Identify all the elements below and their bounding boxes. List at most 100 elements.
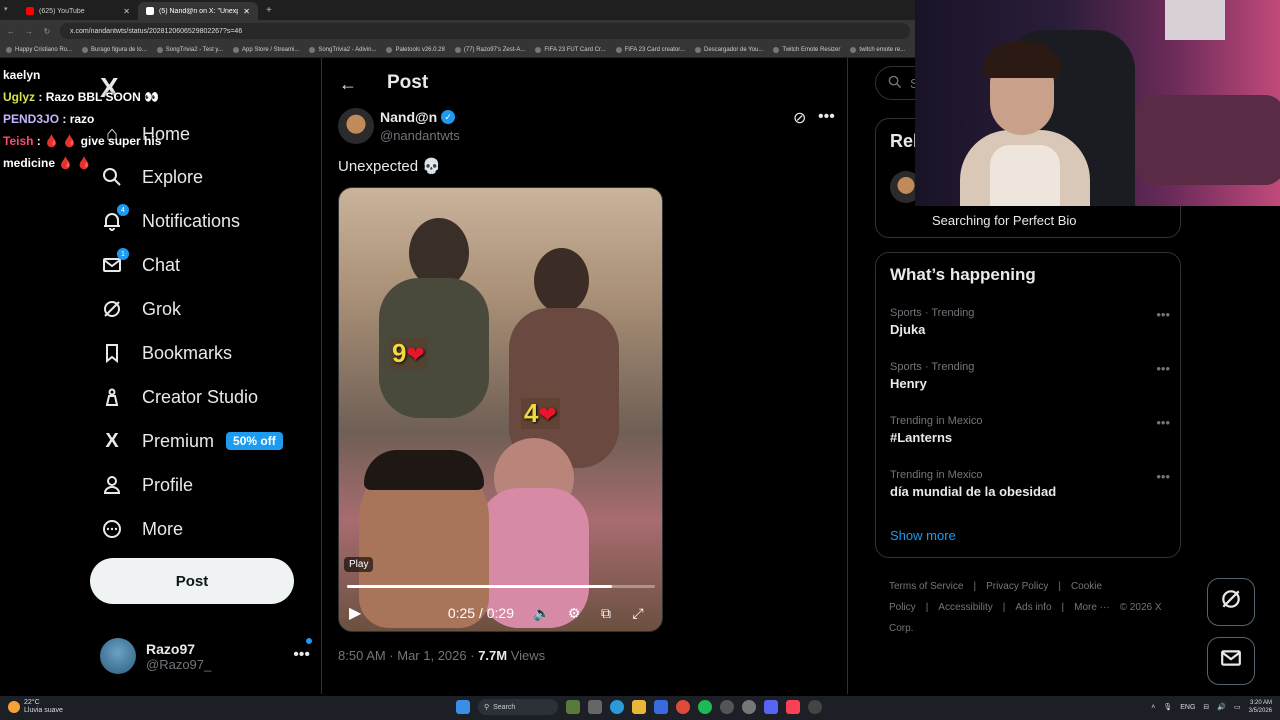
- clock[interactable]: 3:20 AM 3/5/2026: [1249, 699, 1272, 715]
- more-icon[interactable]: •••: [1156, 415, 1170, 430]
- volume-icon[interactable]: 🔊: [1217, 703, 1226, 711]
- x-premium-icon: X: [105, 429, 119, 452]
- more-icon[interactable]: •••: [1156, 361, 1170, 376]
- nav-item-chat[interactable]: 1 Chat: [100, 248, 180, 281]
- fullscreen-icon[interactable]: ⤢: [622, 605, 654, 622]
- messages-floating-button[interactable]: [1207, 637, 1255, 685]
- settings-gear-icon[interactable]: ⚙: [558, 605, 590, 622]
- bookmark-label: FIFA 23 Card creator...: [624, 46, 685, 53]
- post-button[interactable]: Post: [90, 558, 294, 604]
- windows-taskbar: 22°C Lluvia suave ⚲ Search ˄ 🎙 ENG ⊟ 🔊 ▭…: [0, 696, 1280, 720]
- pip-icon[interactable]: ⧉: [590, 605, 622, 622]
- widgets-icon[interactable]: [566, 700, 580, 714]
- author-handle[interactable]: @nandantwts: [380, 128, 460, 143]
- nav-item-bookmarks[interactable]: Bookmarks: [100, 337, 232, 369]
- bookmark-item[interactable]: twitch emote re...: [850, 46, 905, 53]
- tab-list-icon[interactable]: ▾: [4, 5, 14, 15]
- weather-widget[interactable]: 22°C Lluvia suave: [8, 699, 63, 715]
- nav-item-premium[interactable]: X Premium 50% off: [100, 425, 283, 457]
- bookmark-item[interactable]: SongTrivia2 - Test y...: [156, 46, 223, 53]
- nav-item-profile[interactable]: Profile: [100, 469, 193, 501]
- more-icon[interactable]: •••: [1156, 307, 1170, 322]
- store-icon[interactable]: [654, 700, 668, 714]
- more-icon[interactable]: •••: [293, 646, 310, 664]
- more-icon[interactable]: •••: [818, 108, 835, 126]
- footer-link[interactable]: More ···: [1074, 602, 1110, 613]
- video-progress-bar[interactable]: [347, 585, 655, 588]
- grok-icon: [100, 297, 124, 321]
- nav-item-creator-studio[interactable]: Creator Studio: [100, 381, 258, 413]
- microphone-icon[interactable]: 🎙: [1163, 703, 1172, 711]
- trend-item[interactable]: Trending in Mexico #Lanterns •••: [890, 415, 1170, 445]
- trend-item[interactable]: Sports · Trending Djuka •••: [890, 307, 1170, 337]
- app-icon[interactable]: [808, 700, 822, 714]
- views-label: Views: [507, 648, 546, 663]
- bookmark-item[interactable]: Paletools v26.0.28: [386, 46, 445, 53]
- volume-icon[interactable]: 🔈: [526, 605, 558, 622]
- back-arrow-icon[interactable]: ←: [6, 27, 16, 36]
- spotify-icon[interactable]: [698, 700, 712, 714]
- account-switcher[interactable]: Razo97 @Razo97_ •••: [100, 638, 312, 674]
- premium-discount-badge: 50% off: [226, 432, 283, 450]
- play-icon[interactable]: ▶: [349, 603, 367, 623]
- chrome-icon[interactable]: [676, 700, 690, 714]
- trend-item[interactable]: Sports · Trending Henry •••: [890, 361, 1170, 391]
- back-arrow-icon[interactable]: ←: [339, 74, 357, 95]
- nav-item-more[interactable]: More: [100, 513, 183, 545]
- footer-link[interactable]: Privacy Policy: [986, 581, 1048, 592]
- browser-tab-x[interactable]: (5) Nand@n on X: "Unexpe... ✕: [138, 2, 258, 20]
- bookmark-item[interactable]: Descargador de You...: [694, 46, 763, 53]
- bookmark-item[interactable]: Burago figura de lo...: [82, 46, 147, 53]
- show-more-link[interactable]: Show more: [890, 528, 956, 543]
- nav-item-notifications[interactable]: 4 Notifications: [100, 204, 241, 237]
- video-player[interactable]: 9❤ 4❤ Play ▶ 0:25 / 0:29 🔈 ⚙ ⧉ ⤢: [338, 187, 663, 632]
- music-icon[interactable]: [786, 700, 800, 714]
- play-tooltip: Play: [344, 557, 374, 572]
- author-avatar[interactable]: [338, 108, 374, 144]
- discord-icon[interactable]: [764, 700, 778, 714]
- more-icon[interactable]: •••: [1156, 469, 1170, 484]
- battery-icon[interactable]: ▭: [1234, 703, 1241, 711]
- chat-message: kaelyn: [3, 64, 203, 86]
- bookmark-item[interactable]: SongTrivia2 - Adivin...: [309, 46, 376, 53]
- footer-link[interactable]: Ads info: [1015, 602, 1051, 613]
- account-handle: @Razo97_: [146, 656, 212, 672]
- footer-link[interactable]: Terms of Service: [889, 581, 963, 592]
- windows-start-icon[interactable]: [456, 700, 470, 714]
- close-icon[interactable]: ✕: [243, 7, 250, 16]
- nav-label: Notifications: [142, 210, 241, 231]
- browser-tab-youtube[interactable]: (625) YouTube ✕: [18, 2, 138, 20]
- grok-icon: [1220, 588, 1242, 616]
- bookmark-item[interactable]: App Store / Streami...: [232, 46, 299, 53]
- footer-link[interactable]: Accessibility: [938, 602, 992, 613]
- bookmark-item[interactable]: Twitch Emote Resizer: [773, 46, 840, 53]
- new-tab-button[interactable]: +: [258, 5, 280, 16]
- close-icon[interactable]: ✕: [123, 7, 130, 16]
- post-timestamp[interactable]: 8:50 AM · Mar 1, 2026 ·: [338, 648, 478, 663]
- trend-item[interactable]: Trending in Mexico día mundial de la obe…: [890, 469, 1170, 499]
- unread-dot: [306, 638, 312, 644]
- bookmark-item[interactable]: Happy Cristiano Ro...: [6, 46, 72, 53]
- network-icon[interactable]: ⊟: [1203, 703, 1209, 711]
- language-indicator[interactable]: ENG: [1180, 704, 1195, 711]
- xbox-icon[interactable]: [720, 700, 734, 714]
- video-frame-figure: [364, 450, 484, 490]
- chevron-up-icon[interactable]: ˄: [1151, 704, 1155, 711]
- edge-icon[interactable]: [610, 700, 624, 714]
- video-frame-figure: [534, 248, 589, 313]
- bookmark-item[interactable]: FIFA 23 FUT Card Cr...: [535, 46, 606, 53]
- author-name-row[interactable]: Nand@n ✓: [380, 109, 456, 125]
- forward-arrow-icon[interactable]: →: [24, 27, 34, 36]
- obs-icon[interactable]: [742, 700, 756, 714]
- file-explorer-icon[interactable]: [632, 700, 646, 714]
- taskbar-search[interactable]: ⚲ Search: [478, 699, 558, 715]
- bookmark-item[interactable]: (77) Razo97's Zest-A...: [454, 46, 525, 53]
- url-field[interactable]: x.com/nandantwts/status/2028120606529802…: [60, 23, 910, 39]
- bookmark-item[interactable]: FIFA 23 Card creator...: [615, 46, 685, 53]
- grok-floating-button[interactable]: [1207, 578, 1255, 626]
- nav-item-grok[interactable]: Grok: [100, 293, 181, 325]
- grok-icon[interactable]: ⊘: [793, 108, 806, 128]
- creator-studio-icon: [100, 385, 124, 409]
- task-view-icon[interactable]: [588, 700, 602, 714]
- reload-icon[interactable]: ↻: [42, 27, 52, 36]
